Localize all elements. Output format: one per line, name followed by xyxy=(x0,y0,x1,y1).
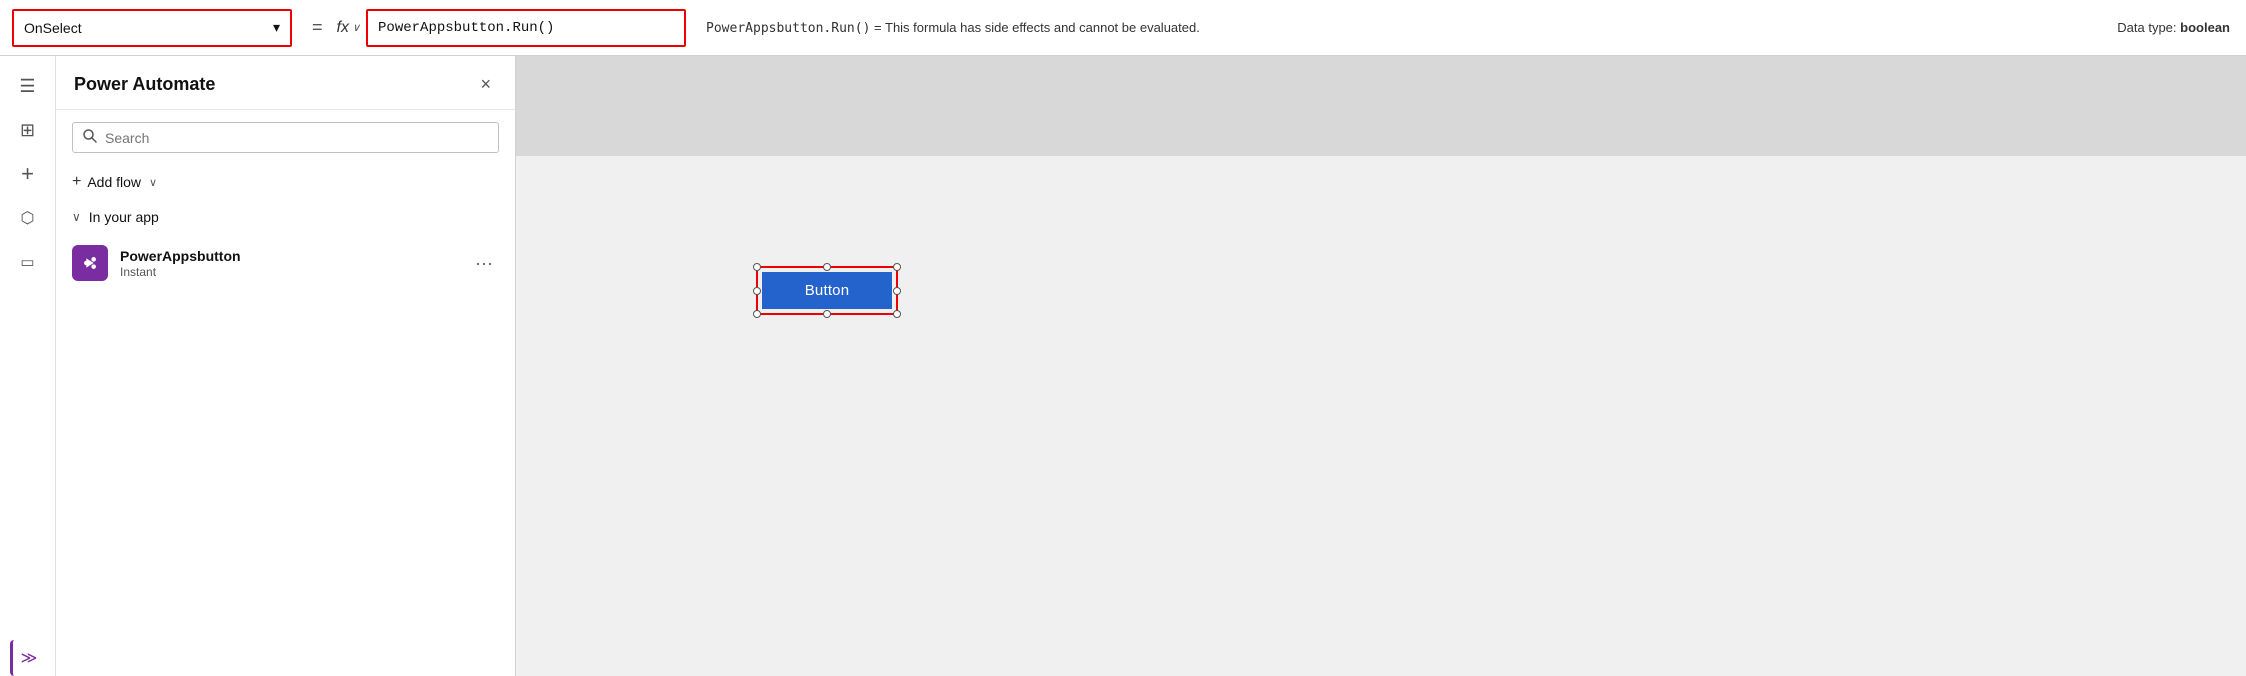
formula-hint: PowerAppsbutton.Run() = This formula has… xyxy=(706,20,2097,36)
formula-text: PowerAppsbutton.Run() xyxy=(378,20,554,36)
code-icon: ≫ xyxy=(21,648,38,668)
data-type-container: Data type: boolean xyxy=(2117,20,2246,35)
sidebar-item-layers[interactable]: ⊞ xyxy=(10,112,46,148)
section-chevron-icon: ∨ xyxy=(72,210,81,224)
canvas-button[interactable]: Button xyxy=(762,272,892,309)
canvas-button-selected: Button xyxy=(756,266,898,315)
handle-tr[interactable] xyxy=(893,263,901,271)
section-label: In your app xyxy=(89,209,159,225)
search-bar[interactable] xyxy=(72,122,499,153)
add-flow-chevron-icon: ∨ xyxy=(149,176,157,189)
fx-icon: fx ∨ xyxy=(337,19,361,37)
add-flow-button[interactable]: + Add flow ∨ xyxy=(56,165,515,199)
handle-ml[interactable] xyxy=(753,287,761,295)
layers-icon: ⊞ xyxy=(20,120,35,141)
handle-mr[interactable] xyxy=(893,287,901,295)
canvas-button-container: Button xyxy=(756,266,898,315)
hamburger-icon: ☰ xyxy=(19,76,35,97)
sidebar-item-database[interactable]: ⬡ xyxy=(10,200,46,236)
main-area: ☰ ⊞ + ⬡ ▭ ≫ Power Automate × xyxy=(0,56,2246,676)
dropdown-arrow-icon: ▾ xyxy=(273,19,280,36)
handle-bl[interactable] xyxy=(753,310,761,318)
handle-tc[interactable] xyxy=(823,263,831,271)
flow-more-button[interactable]: ··· xyxy=(469,249,499,278)
canvas-white: Button xyxy=(516,156,2246,676)
handle-br[interactable] xyxy=(893,310,901,318)
sidebar-item-add[interactable]: + xyxy=(10,156,46,192)
flow-item[interactable]: PowerAppsbutton Instant ··· xyxy=(56,235,515,291)
flow-name: PowerAppsbutton xyxy=(120,248,457,264)
flow-icon xyxy=(72,245,108,281)
power-automate-panel: Power Automate × + Add flow ∨ ∨ In your … xyxy=(56,56,516,676)
panel-title: Power Automate xyxy=(74,74,215,95)
search-input[interactable] xyxy=(105,130,488,146)
sidebar-item-hamburger[interactable]: ☰ xyxy=(10,68,46,104)
hint-message: This formula has side effects and cannot… xyxy=(885,20,1200,35)
section-header[interactable]: ∨ In your app xyxy=(56,199,515,235)
handle-tl[interactable] xyxy=(753,263,761,271)
data-type-value: boolean xyxy=(2180,20,2230,35)
canvas-top-strip xyxy=(516,56,2246,156)
sidebar-icons: ☰ ⊞ + ⬡ ▭ ≫ xyxy=(0,56,56,676)
property-name: OnSelect xyxy=(24,20,82,36)
handle-bc[interactable] xyxy=(823,310,831,318)
hint-formula: PowerAppsbutton.Run() xyxy=(706,21,870,36)
panel-close-button[interactable]: × xyxy=(474,72,497,97)
flow-info: PowerAppsbutton Instant xyxy=(120,248,457,279)
equals-sign: = xyxy=(312,17,323,38)
database-icon: ⬡ xyxy=(21,208,35,228)
formula-bar: OnSelect ▾ = fx ∨ PowerAppsbutton.Run() … xyxy=(0,0,2246,56)
property-dropdown[interactable]: OnSelect ▾ xyxy=(12,9,292,47)
monitor-icon: ▭ xyxy=(20,253,34,271)
formula-input[interactable]: PowerAppsbutton.Run() xyxy=(366,9,686,47)
hint-equals: = xyxy=(874,20,885,35)
add-flow-label: Add flow xyxy=(87,174,141,190)
canvas-area: Button xyxy=(516,56,2246,676)
sidebar-item-monitor[interactable]: ▭ xyxy=(10,244,46,280)
panel-header: Power Automate × xyxy=(56,56,515,110)
flow-type: Instant xyxy=(120,265,457,279)
search-icon xyxy=(83,129,97,146)
add-icon: + xyxy=(72,173,81,191)
add-circle-icon: + xyxy=(21,161,34,187)
sidebar-item-code[interactable]: ≫ xyxy=(10,640,46,676)
fx-chevron-icon: ∨ xyxy=(352,21,360,34)
data-type-label-text: Data type: xyxy=(2117,20,2176,35)
